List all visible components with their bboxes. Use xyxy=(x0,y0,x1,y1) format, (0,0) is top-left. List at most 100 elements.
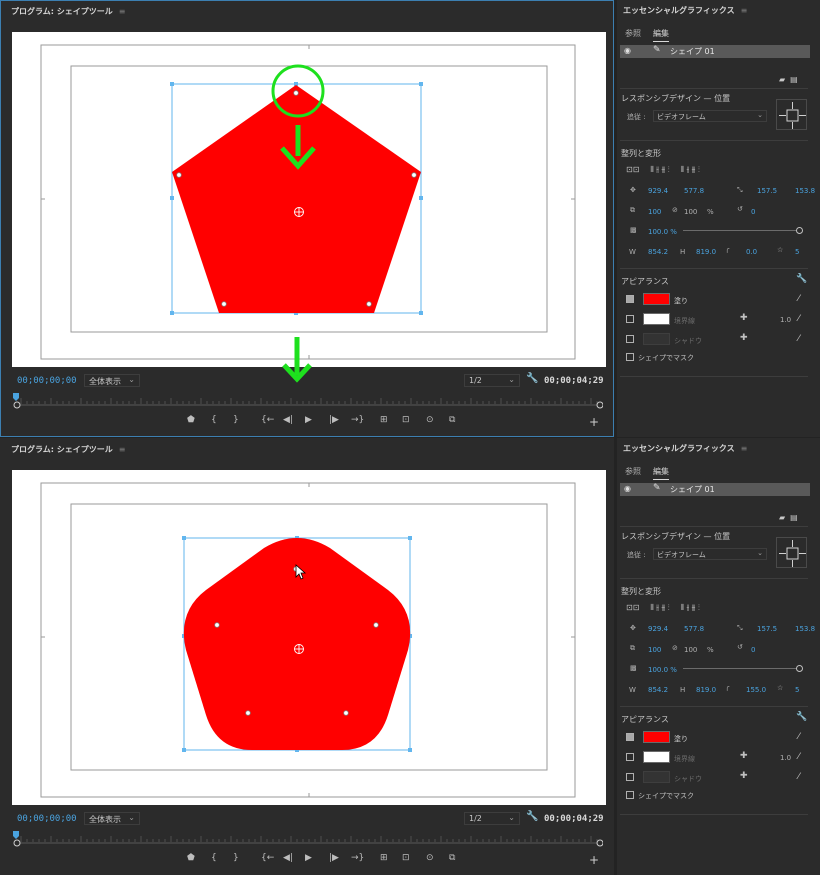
fill-swatch[interactable] xyxy=(643,293,670,305)
star-value[interactable]: 5 xyxy=(795,248,799,256)
wrench-icon[interactable]: 🔧 xyxy=(796,274,807,284)
align-icons[interactable]: ⊡⊡ ⠀ ⫴ ⫲ ⫵ ⫶ ⠀ ⫴ ⫲ ⫵ ⫶ xyxy=(626,165,700,175)
pos-y[interactable]: 577.8 xyxy=(684,625,704,633)
eye-icon[interactable]: ◉ xyxy=(624,46,631,55)
marker-icon[interactable]: ⬟ xyxy=(187,853,195,863)
wrench-icon[interactable]: 🔧 xyxy=(526,811,538,822)
go-to-out-icon[interactable]: →} xyxy=(351,415,364,425)
w-value[interactable]: 854.2 xyxy=(648,248,668,256)
panel-menu-icon[interactable]: ≡ xyxy=(741,444,748,453)
play-icon[interactable]: ▶ xyxy=(305,415,312,425)
shadow-swatch[interactable] xyxy=(643,771,670,783)
wrench-icon[interactable]: 🔧 xyxy=(796,712,807,722)
eye-icon[interactable]: ◉ xyxy=(624,484,631,493)
tab-browse[interactable]: 参照 xyxy=(625,28,641,39)
stroke-width[interactable]: 1.0 xyxy=(780,754,791,762)
export-frame-icon[interactable]: ⊙ xyxy=(426,415,434,425)
out-point-icon[interactable]: } xyxy=(233,415,239,425)
link-icon[interactable]: ⊘ xyxy=(672,644,678,652)
mask-checkbox[interactable] xyxy=(626,791,634,799)
overwrite-icon[interactable]: ⊡ xyxy=(402,415,410,425)
stroke-swatch[interactable] xyxy=(643,751,670,763)
eyedropper-icon[interactable]: ⁄ xyxy=(798,732,800,742)
pos-y[interactable]: 577.8 xyxy=(684,187,704,195)
add-stroke-icon[interactable]: ✚ xyxy=(740,751,748,761)
new-group-icon[interactable]: ▰▤ xyxy=(779,513,803,522)
video-canvas[interactable] xyxy=(12,470,606,805)
fill-swatch[interactable] xyxy=(643,731,670,743)
eyedropper-icon[interactable]: ⁄ xyxy=(798,752,800,762)
comparison-icon[interactable]: ⧉ xyxy=(449,853,455,863)
panel-menu-icon[interactable]: ≡ xyxy=(741,6,748,15)
fill-checkbox[interactable] xyxy=(626,733,634,741)
tab-edit[interactable]: 編集 xyxy=(653,466,669,480)
opacity-slider[interactable] xyxy=(683,665,803,672)
link-icon[interactable]: ⊘ xyxy=(672,206,678,214)
eyedropper-icon[interactable]: ⁄ xyxy=(798,294,800,304)
stroke-swatch[interactable] xyxy=(643,313,670,325)
export-frame-icon[interactable]: ⊙ xyxy=(426,853,434,863)
rotation-value[interactable]: 0 xyxy=(751,208,755,216)
resolution-select[interactable]: 1/2 ⌄ xyxy=(464,812,520,825)
step-forward-icon[interactable]: |▶ xyxy=(329,415,339,425)
h-value[interactable]: 819.0 xyxy=(696,248,716,256)
panel-menu-icon[interactable]: ≡ xyxy=(119,445,126,454)
current-timecode[interactable]: 00;00;00;00 xyxy=(17,814,77,824)
layer-row[interactable]: ◉ ✎ シェイプ 01 xyxy=(620,45,810,58)
scale-value[interactable]: 100 xyxy=(648,208,661,216)
go-to-in-icon[interactable]: {← xyxy=(261,415,274,425)
shadow-checkbox[interactable] xyxy=(626,773,634,781)
pin-widget[interactable] xyxy=(776,99,807,130)
play-icon[interactable]: ▶ xyxy=(305,853,312,863)
roundness-value[interactable]: 0.0 xyxy=(746,248,757,256)
stroke-checkbox[interactable] xyxy=(626,315,634,323)
align-icons[interactable]: ⊡⊡ ⠀ ⫴ ⫲ ⫵ ⫶ ⠀ ⫴ ⫲ ⫵ ⫶ xyxy=(626,603,700,613)
step-back-icon[interactable]: ◀| xyxy=(283,415,293,425)
zoom-select[interactable]: 全体表示 ⌄ xyxy=(84,374,140,387)
eyedropper-icon[interactable]: ⁄ xyxy=(798,314,800,324)
follow-select[interactable]: ビデオフレーム ⌄ xyxy=(653,548,767,560)
anchor-x[interactable]: 157.5 xyxy=(757,625,777,633)
layer-row[interactable]: ◉ ✎ シェイプ 01 xyxy=(620,483,810,496)
pos-x[interactable]: 929.4 xyxy=(648,187,668,195)
go-to-in-icon[interactable]: {← xyxy=(261,853,274,863)
step-forward-icon[interactable]: |▶ xyxy=(329,853,339,863)
anchor-y[interactable]: 153.8 xyxy=(795,625,815,633)
in-point-icon[interactable]: { xyxy=(211,853,217,863)
eyedropper-icon[interactable]: ⁄ xyxy=(798,334,800,344)
h-value[interactable]: 819.0 xyxy=(696,686,716,694)
add-stroke-icon[interactable]: ✚ xyxy=(740,313,748,323)
eyedropper-icon[interactable]: ⁄ xyxy=(798,772,800,782)
add-button-icon[interactable]: + xyxy=(589,853,599,867)
marker-icon[interactable]: ⬟ xyxy=(187,415,195,425)
add-shadow-icon[interactable]: ✚ xyxy=(740,333,748,343)
time-ruler[interactable] xyxy=(13,831,603,847)
follow-select[interactable]: ビデオフレーム ⌄ xyxy=(653,110,767,122)
zoom-select[interactable]: 全体表示 ⌄ xyxy=(84,812,140,825)
rotation-value[interactable]: 0 xyxy=(751,646,755,654)
add-shadow-icon[interactable]: ✚ xyxy=(740,771,748,781)
insert-icon[interactable]: ⊞ xyxy=(380,853,388,863)
new-group-icon[interactable]: ▰▤ xyxy=(779,75,803,84)
add-button-icon[interactable]: + xyxy=(589,415,599,429)
anchor-y[interactable]: 153.8 xyxy=(795,187,815,195)
mask-checkbox[interactable] xyxy=(626,353,634,361)
scale-value[interactable]: 100 xyxy=(648,646,661,654)
fill-checkbox[interactable] xyxy=(626,295,634,303)
resolution-select[interactable]: 1/2 ⌄ xyxy=(464,374,520,387)
out-point-icon[interactable]: } xyxy=(233,853,239,863)
current-timecode[interactable]: 00;00;00;00 xyxy=(17,376,77,386)
shadow-swatch[interactable] xyxy=(643,333,670,345)
star-value[interactable]: 5 xyxy=(795,686,799,694)
anchor-x[interactable]: 157.5 xyxy=(757,187,777,195)
pos-x[interactable]: 929.4 xyxy=(648,625,668,633)
overwrite-icon[interactable]: ⊡ xyxy=(402,853,410,863)
in-point-icon[interactable]: { xyxy=(211,415,217,425)
tab-edit[interactable]: 編集 xyxy=(653,28,669,42)
slider-knob[interactable] xyxy=(796,665,803,672)
insert-icon[interactable]: ⊞ xyxy=(380,415,388,425)
roundness-value[interactable]: 155.0 xyxy=(746,686,766,694)
shadow-checkbox[interactable] xyxy=(626,335,634,343)
stroke-width[interactable]: 1.0 xyxy=(780,316,791,324)
stroke-checkbox[interactable] xyxy=(626,753,634,761)
